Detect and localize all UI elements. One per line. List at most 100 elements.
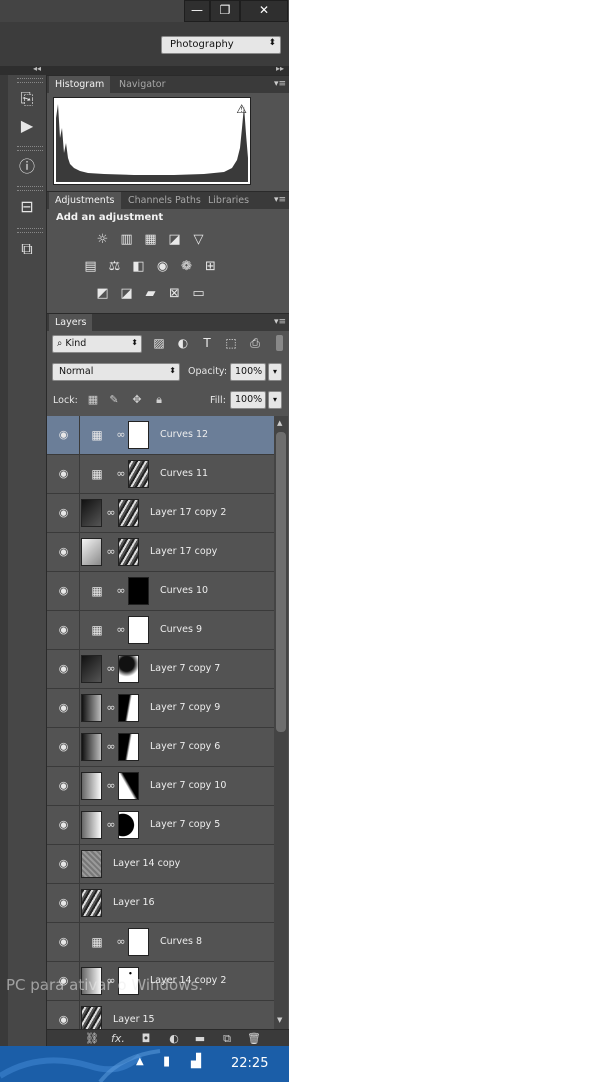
filter-type-icon[interactable]: T	[199, 335, 215, 351]
eye-icon[interactable]: ◉	[57, 545, 70, 558]
layer-name[interactable]: Layer 7 copy 7	[150, 663, 220, 674]
new-group-icon[interactable]: ▬	[192, 1030, 208, 1047]
brightness-contrast-icon[interactable]: ☼	[94, 232, 111, 247]
layer-name[interactable]: Layer 14 copy	[113, 858, 180, 869]
eye-icon[interactable]: ◉	[57, 935, 70, 948]
workspace-switcher[interactable]: Photography ⬍	[161, 36, 281, 54]
black-white-icon[interactable]: ◧	[130, 259, 147, 274]
lock-transparent-icon[interactable]: ▦	[86, 393, 100, 407]
actions-play-icon[interactable]: ▶	[16, 115, 38, 137]
layer-row[interactable]: ◉ Layer 16	[47, 884, 274, 923]
cache-warning-icon[interactable]: ⚠	[236, 102, 247, 116]
scroll-up-icon[interactable]: ▲	[277, 419, 282, 427]
dock-grip[interactable]	[17, 228, 43, 233]
color-lookup-icon[interactable]: ⊞	[202, 259, 219, 274]
lock-position-icon[interactable]: ✥	[130, 393, 144, 407]
mask-link-icon[interactable]: ∞	[106, 544, 116, 560]
layer-row[interactable]: ◉ ▦ ∞ Curves 12	[47, 416, 274, 455]
photo-filter-icon[interactable]: ◉	[154, 259, 171, 274]
fx-icon[interactable]: fx.	[110, 1030, 126, 1047]
layer-thumbnail[interactable]	[81, 538, 102, 566]
info-icon[interactable]: ⓘ	[16, 156, 38, 178]
filter-pixel-icon[interactable]: ▨	[151, 335, 167, 351]
eye-icon[interactable]: ◉	[57, 662, 70, 675]
blend-mode-select[interactable]: Normal ⬍	[52, 363, 180, 381]
layer-thumbnail[interactable]	[81, 850, 102, 878]
layer-name[interactable]: Layer 7 copy 10	[150, 780, 226, 791]
visibility-cell[interactable]: ◉	[47, 1001, 80, 1029]
filter-adjustment-icon[interactable]: ◐	[175, 335, 191, 351]
layer-row[interactable]: ◉ ∞ Layer 17 copy 2	[47, 494, 274, 533]
layer-mask-thumbnail[interactable]	[128, 928, 149, 956]
mask-link-icon[interactable]: ∞	[116, 622, 126, 638]
invert-icon[interactable]: ◩	[94, 286, 111, 301]
eye-icon[interactable]: ◉	[57, 584, 70, 597]
layer-name[interactable]: Layer 15	[113, 1014, 155, 1025]
layer-name[interactable]: Curves 10	[160, 585, 208, 596]
channel-mixer-icon[interactable]: ❁	[178, 259, 195, 274]
collapse-right-icon[interactable]: ▸▸	[276, 64, 284, 73]
visibility-cell[interactable]: ◉	[47, 455, 80, 493]
layer-thumbnail[interactable]	[81, 772, 102, 800]
visibility-cell[interactable]: ◉	[47, 923, 80, 961]
visibility-cell[interactable]: ◉	[47, 689, 80, 727]
layer-name[interactable]: Layer 17 copy 2	[150, 507, 226, 518]
mask-link-icon[interactable]: ∞	[106, 739, 116, 755]
layer-row[interactable]: ◉ ▦ ∞ Curves 8	[47, 923, 274, 962]
visibility-cell[interactable]: ◉	[47, 611, 80, 649]
vibrance-icon[interactable]: ▽	[190, 232, 207, 247]
layer-mask-thumbnail[interactable]	[118, 499, 139, 527]
layer-row[interactable]: ◉ Layer 15	[47, 1001, 274, 1029]
visibility-cell[interactable]: ◉	[47, 845, 80, 883]
mask-link-icon[interactable]: ∞	[106, 661, 116, 677]
visibility-cell[interactable]: ◉	[47, 533, 80, 571]
layer-row[interactable]: ◉ ▦ ∞ Curves 9	[47, 611, 274, 650]
minimize-button[interactable]: —	[184, 0, 210, 22]
collapse-left-icon[interactable]: ◂◂	[33, 64, 41, 73]
layer-name[interactable]: Layer 16	[113, 897, 155, 908]
battery-icon[interactable]: ▮	[163, 1054, 170, 1069]
filter-shape-icon[interactable]: ⬚	[223, 335, 239, 351]
eye-icon[interactable]: ◉	[57, 896, 70, 909]
eye-icon[interactable]: ◉	[57, 506, 70, 519]
tab-adjustments[interactable]: Adjustments	[49, 192, 121, 210]
layer-mask-thumbnail[interactable]	[128, 421, 149, 449]
visibility-cell[interactable]: ◉	[47, 494, 80, 532]
add-mask-icon[interactable]: ◘	[138, 1030, 154, 1047]
layer-row[interactable]: ◉ ∞ Layer 7 copy 9	[47, 689, 274, 728]
layer-thumbnail[interactable]	[81, 733, 102, 761]
eye-icon[interactable]: ◉	[57, 857, 70, 870]
tray-expand-icon[interactable]: ▲	[136, 1056, 144, 1067]
eye-icon[interactable]: ◉	[57, 1013, 70, 1026]
layer-mask-thumbnail[interactable]	[118, 772, 139, 800]
threshold-icon[interactable]: ▰	[142, 286, 159, 301]
exposure-icon[interactable]: ◪	[166, 232, 183, 247]
layer-mask-thumbnail[interactable]	[128, 616, 149, 644]
network-signal-icon[interactable]: ▟	[191, 1054, 201, 1069]
dock-grip[interactable]	[17, 146, 43, 151]
taskbar-clock[interactable]: 22:25	[231, 1056, 268, 1071]
restore-button[interactable]: ❐	[210, 0, 240, 22]
fill-field[interactable]: 100%	[230, 391, 266, 409]
visibility-cell[interactable]: ◉	[47, 884, 80, 922]
eye-icon[interactable]: ◉	[57, 428, 70, 441]
mask-link-icon[interactable]: ∞	[116, 466, 126, 482]
mask-link-icon[interactable]: ∞	[106, 700, 116, 716]
mask-link-icon[interactable]: ∞	[116, 427, 126, 443]
tab-layers[interactable]: Layers	[49, 314, 93, 332]
panel-menu-icon[interactable]: ▾≡	[274, 79, 286, 89]
layer-mask-thumbnail[interactable]	[118, 655, 139, 683]
visibility-cell[interactable]: ◉	[47, 572, 80, 610]
mask-link-icon[interactable]: ∞	[116, 583, 126, 599]
layer-row[interactable]: ◉ ∞ Layer 7 copy 7	[47, 650, 274, 689]
layer-name[interactable]: Layer 7 copy 9	[150, 702, 220, 713]
layer-name[interactable]: Curves 12	[160, 429, 208, 440]
panel-menu-icon[interactable]: ▾≡	[274, 195, 286, 205]
layer-comps-icon[interactable]: ⧉	[16, 238, 38, 260]
mask-link-icon[interactable]: ∞	[106, 778, 116, 794]
eye-icon[interactable]: ◉	[57, 818, 70, 831]
layer-name[interactable]: Layer 7 copy 6	[150, 741, 220, 752]
link-layers-icon[interactable]: ⛓	[84, 1030, 100, 1047]
layer-name[interactable]: Curves 11	[160, 468, 208, 479]
layer-thumbnail[interactable]	[81, 499, 102, 527]
